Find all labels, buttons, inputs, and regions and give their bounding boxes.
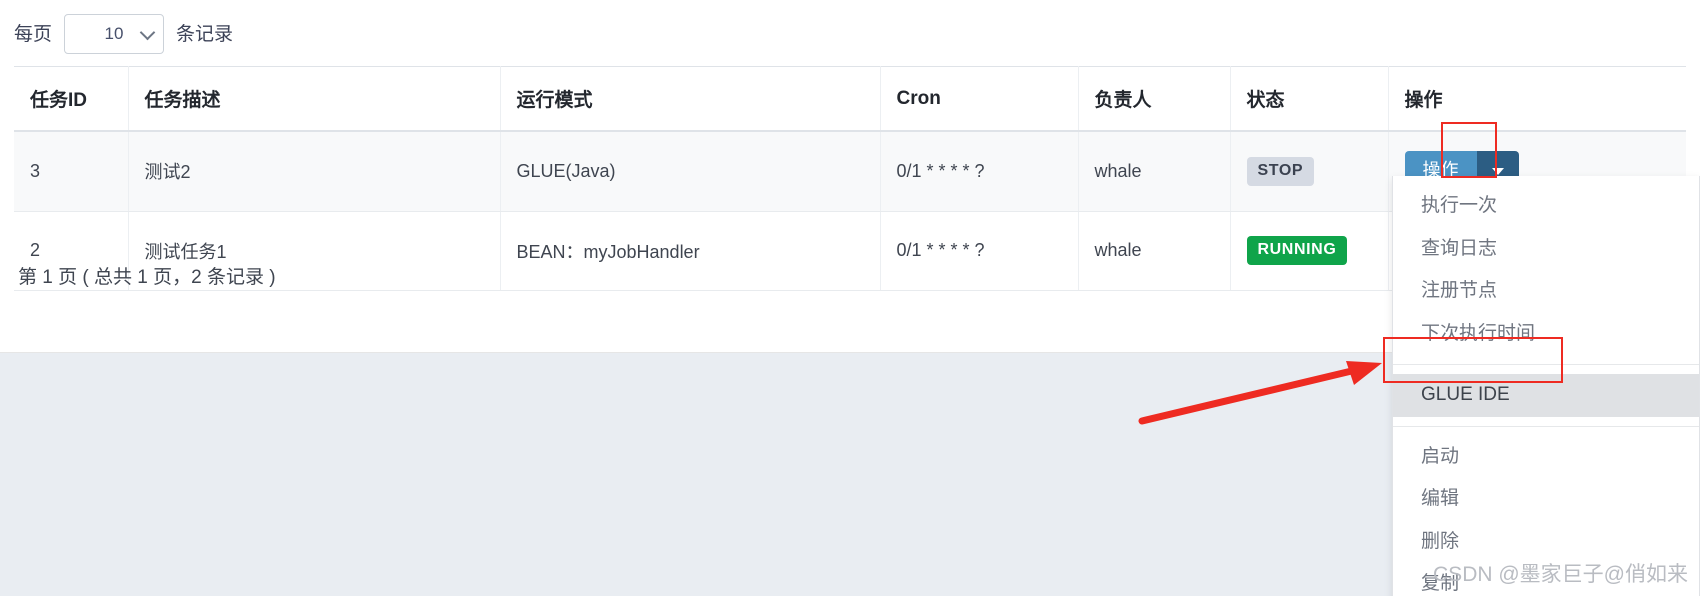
caret-down-icon [1491, 168, 1504, 176]
cell-status: RUNNING [1230, 211, 1389, 292]
cell-run-mode: BEAN：myJobHandler [500, 211, 881, 292]
cell-job-desc: 测试2 [128, 131, 501, 212]
cell-cron: 0/1 * * * * ? [880, 211, 1079, 292]
page-size-suffix-label: 条记录 [176, 23, 234, 45]
menu-item-next-run-time[interactable]: 下次执行时间 [1393, 313, 1699, 356]
column-header-mode: 运行模式 [500, 66, 881, 132]
status-badge: STOP [1246, 156, 1315, 186]
status-badge: RUNNING [1246, 236, 1348, 266]
cell-owner: whale [1078, 211, 1231, 292]
menu-divider [1393, 425, 1699, 427]
menu-item-start[interactable]: 启动 [1393, 436, 1699, 479]
operation-dropdown-menu: 执行一次 查询日志 注册节点 下次执行时间 GLUE IDE 启动 编辑 删除 … [1392, 176, 1700, 596]
page-size-select[interactable]: 10 [64, 14, 165, 54]
page-size-prefix-label: 每页 [14, 23, 53, 45]
column-header-owner: 负责人 [1078, 66, 1231, 132]
cell-run-mode: GLUE(Java) [500, 131, 881, 212]
page-size-value: 10 [104, 24, 124, 43]
column-header-cron: Cron [880, 66, 1079, 132]
column-header-id: 任务ID [14, 66, 129, 132]
column-header-desc: 任务描述 [128, 66, 501, 132]
chevron-down-icon [139, 24, 156, 41]
job-list-screen: 每页 10 条记录 任务ID 任务描述 运行模式 Cron 负责人 状态 操作 … [0, 0, 1700, 596]
menu-item-edit[interactable]: 编辑 [1393, 478, 1699, 521]
page-size-bar: 每页 10 条记录 [14, 12, 233, 56]
cell-cron: 0/1 * * * * ? [880, 131, 1079, 212]
watermark-text: CSDN @墨家巨子@俏如来 [1433, 563, 1688, 586]
pagination-info: 第 1 页 ( 总共 1 页，2 条记录 ) [18, 267, 276, 288]
cell-job-id: 3 [14, 131, 129, 212]
table-header-row: 任务ID 任务描述 运行模式 Cron 负责人 状态 操作 [14, 66, 1686, 132]
menu-item-query-log[interactable]: 查询日志 [1393, 228, 1699, 271]
annotation-arrow [1138, 361, 1382, 425]
menu-item-execute-once[interactable]: 执行一次 [1393, 185, 1699, 228]
menu-item-glue-ide[interactable]: GLUE IDE [1393, 374, 1699, 417]
column-header-state: 状态 [1230, 66, 1389, 132]
menu-item-registry-nodes[interactable]: 注册节点 [1393, 270, 1699, 313]
cell-owner: whale [1078, 131, 1231, 212]
menu-item-delete[interactable]: 删除 [1393, 521, 1699, 564]
column-header-ops: 操作 [1388, 66, 1686, 132]
menu-divider [1393, 364, 1699, 365]
cell-status: STOP [1230, 131, 1389, 212]
